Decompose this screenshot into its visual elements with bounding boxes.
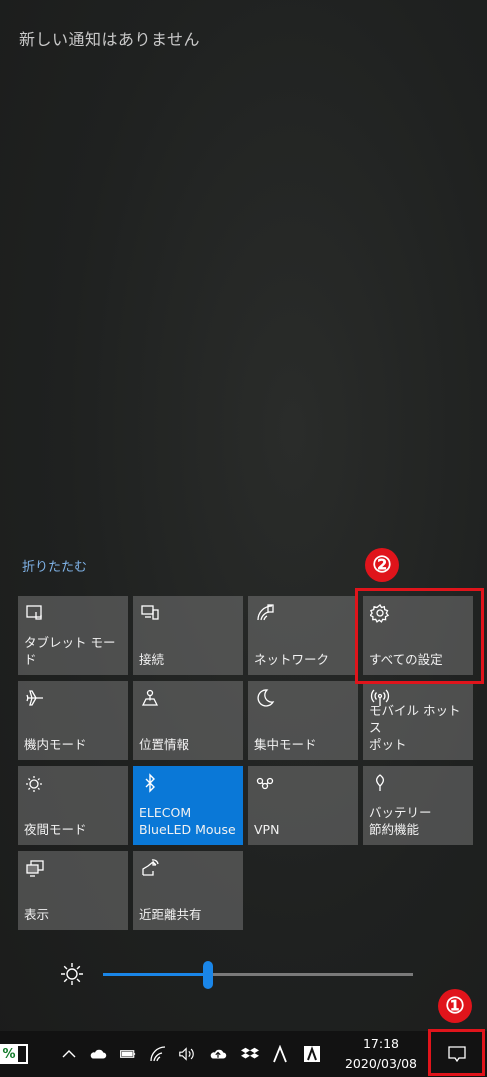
brightness-slider-thumb[interactable] (203, 961, 213, 989)
tile-label: 位置情報 (139, 737, 190, 752)
volume-icon[interactable] (175, 1031, 199, 1077)
tile-connect[interactable]: 接続 (133, 596, 243, 675)
location-icon (139, 687, 161, 709)
taskbar: % 17:18 2020/03/08 (0, 1031, 487, 1077)
adobe-icon[interactable] (300, 1031, 324, 1077)
callout-1-badge: ① (438, 989, 472, 1023)
tile-label: 集中モード (254, 737, 317, 752)
collapse-link[interactable]: 折りたたむ (22, 556, 87, 575)
a-icon[interactable] (268, 1031, 292, 1077)
tile-label: 接続 (139, 652, 165, 667)
tile-label: VPN (254, 822, 280, 837)
nearby-share-icon (139, 857, 161, 879)
tile-tablet-mode[interactable]: タブレット モード (18, 596, 128, 675)
tile-battery-saver[interactable]: バッテリー 節約機能 (363, 766, 473, 845)
night-light-icon (24, 772, 46, 794)
tile-all-settings[interactable]: すべての設定 (363, 596, 473, 675)
tile-network[interactable]: ネットワーク (248, 596, 358, 675)
airplane-icon (24, 687, 46, 709)
onedrive-icon[interactable] (86, 1031, 110, 1077)
tile-focus-assist[interactable]: 集中モード (248, 681, 358, 760)
taskbar-clock[interactable]: 17:18 2020/03/08 (336, 1034, 426, 1074)
no-notifications-text: 新しい通知はありません (19, 30, 201, 49)
clock-time: 17:18 (362, 1036, 400, 1051)
wifi-icon[interactable] (147, 1031, 169, 1077)
gear-icon (369, 602, 391, 624)
battery-icon[interactable] (117, 1031, 139, 1077)
battery-percent-indicator: % (0, 1044, 18, 1064)
tile-label: タブレット モード (24, 635, 116, 667)
brightness-slider-fill (103, 973, 208, 976)
callout-2-badge: ② (365, 548, 399, 582)
battery-body (18, 1044, 28, 1064)
tile-nearby-share[interactable]: 近距離共有 (133, 851, 243, 930)
project-icon (24, 857, 46, 879)
tablet-mode-icon (24, 602, 46, 624)
tile-label: 表示 (24, 907, 50, 922)
tile-project[interactable]: 表示 (18, 851, 128, 930)
network-icon (254, 602, 276, 624)
action-center-button[interactable] (432, 1031, 482, 1077)
tile-label: 近距離共有 (139, 907, 202, 922)
clock-date: 2020/03/08 (344, 1056, 418, 1071)
tile-label: すべての設定 (369, 652, 443, 667)
tile-label: バッテリー 節約機能 (369, 805, 432, 837)
connect-icon (139, 602, 161, 624)
dropbox-icon[interactable] (238, 1031, 262, 1077)
battery-saver-icon (369, 772, 391, 794)
action-center-panel: 新しい通知はありません 折りたたむ タブレット モード 接続 ネットワーク すべ… (0, 0, 487, 1031)
tile-bluetooth-device[interactable]: ELECOM BlueLED Mouse (133, 766, 243, 845)
tile-mobile-hotspot[interactable]: モバイル ホットス ポット (363, 681, 473, 760)
tile-label: ネットワーク (254, 652, 330, 667)
notification-icon (448, 1046, 466, 1063)
brightness-slider[interactable] (103, 961, 413, 989)
cloud-upload-icon[interactable] (206, 1031, 230, 1077)
bluetooth-icon (139, 772, 161, 794)
tile-night-light[interactable]: 夜間モード (18, 766, 128, 845)
tile-label: モバイル ホットス ポット (369, 703, 461, 752)
brightness-control (55, 955, 425, 995)
chevron-up-icon[interactable] (58, 1031, 80, 1077)
moon-icon (254, 687, 276, 709)
vpn-icon (254, 772, 276, 794)
brightness-sun-icon (59, 961, 85, 987)
tile-airplane-mode[interactable]: 機内モード (18, 681, 128, 760)
tile-label: 夜間モード (24, 822, 87, 837)
tile-location[interactable]: 位置情報 (133, 681, 243, 760)
tile-vpn[interactable]: VPN (248, 766, 358, 845)
tile-label: 機内モード (24, 737, 87, 752)
tile-label: ELECOM BlueLED Mouse (139, 805, 236, 837)
